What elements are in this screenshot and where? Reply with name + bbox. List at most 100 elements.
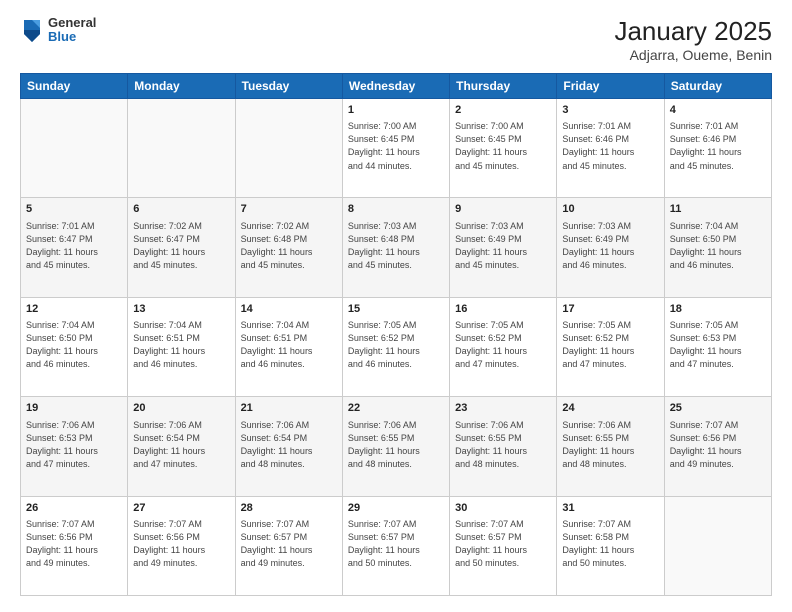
cell-info: Sunrise: 7:03 AM Sunset: 6:49 PM Dayligh…: [562, 220, 658, 272]
date-number: 23: [455, 401, 551, 416]
cell-info: Sunrise: 7:05 AM Sunset: 6:53 PM Dayligh…: [670, 319, 766, 371]
cell-2-6: 10Sunrise: 7:03 AM Sunset: 6:49 PM Dayli…: [557, 198, 664, 297]
calendar-row-3: 12Sunrise: 7:04 AM Sunset: 6:50 PM Dayli…: [21, 297, 772, 396]
cell-info: Sunrise: 7:00 AM Sunset: 6:45 PM Dayligh…: [348, 120, 444, 172]
date-number: 11: [670, 202, 766, 217]
cell-4-6: 24 Sunrise: 7:06 AM Sunset: 6:55 PM Dayli…: [557, 397, 664, 496]
cell-info: Sunrise: 7:00 AM Sunset: 6:45 PM Dayligh…: [455, 120, 551, 172]
cell-info: Sunrise: 7:03 AM Sunset: 6:48 PM Dayligh…: [348, 220, 444, 272]
cell-info: Sunrise: 7:07 AM Sunset: 6:57 PM Dayligh…: [348, 518, 444, 570]
cell-2-1: 5Sunrise: 7:01 AM Sunset: 6:47 PM Daylig…: [21, 198, 128, 297]
cell-info: Sunrise: 7:07 AM Sunset: 6:58 PM Dayligh…: [562, 518, 658, 570]
logo-icon: [20, 16, 44, 44]
calendar-row-5: 26 Sunrise: 7:07 AM Sunset: 6:56 PM Dayli…: [21, 496, 772, 595]
cell-1-6: 3 Sunrise: 7:01 AM Sunset: 6:46 PM Daylig…: [557, 99, 664, 198]
cell-info: Sunrise: 7:07 AM Sunset: 6:57 PM Dayligh…: [241, 518, 337, 570]
title-block: January 2025 Adjarra, Oueme, Benin: [614, 16, 772, 63]
cell-5-5: 30Sunrise: 7:07 AM Sunset: 6:57 PM Dayli…: [450, 496, 557, 595]
date-number: 31: [562, 501, 658, 516]
logo-blue: Blue: [48, 30, 96, 44]
date-number: 5: [26, 202, 122, 217]
cell-5-1: 26 Sunrise: 7:07 AM Sunset: 6:56 PM Dayli…: [21, 496, 128, 595]
cell-3-7: 18Sunrise: 7:05 AM Sunset: 6:53 PM Dayli…: [664, 297, 771, 396]
cell-info: Sunrise: 7:03 AM Sunset: 6:49 PM Dayligh…: [455, 220, 551, 272]
cell-5-3: 28 Sunrise: 7:07 AM Sunset: 6:57 PM Dayli…: [235, 496, 342, 595]
date-number: 8: [348, 202, 444, 217]
cell-5-6: 31 Sunrise: 7:07 AM Sunset: 6:58 PM Dayli…: [557, 496, 664, 595]
date-number: 24: [562, 401, 658, 416]
date-number: 2: [455, 103, 551, 118]
cell-4-7: 25 Sunrise: 7:07 AM Sunset: 6:56 PM Dayli…: [664, 397, 771, 496]
cell-1-1: [21, 99, 128, 198]
cell-1-3: [235, 99, 342, 198]
logo-general: General: [48, 16, 96, 30]
date-number: 16: [455, 302, 551, 317]
col-wednesday: Wednesday: [342, 74, 449, 99]
cell-5-7: [664, 496, 771, 595]
cell-info: Sunrise: 7:04 AM Sunset: 6:50 PM Dayligh…: [670, 220, 766, 272]
calendar-table: Sunday Monday Tuesday Wednesday Thursday…: [20, 73, 772, 596]
date-number: 15: [348, 302, 444, 317]
cell-5-2: 27 Sunrise: 7:07 AM Sunset: 6:56 PM Dayli…: [128, 496, 235, 595]
cell-3-1: 12Sunrise: 7:04 AM Sunset: 6:50 PM Dayli…: [21, 297, 128, 396]
cell-info: Sunrise: 7:06 AM Sunset: 6:55 PM Dayligh…: [562, 419, 658, 471]
date-number: 25: [670, 401, 766, 416]
cell-info: Sunrise: 7:07 AM Sunset: 6:56 PM Dayligh…: [133, 518, 229, 570]
date-number: 7: [241, 202, 337, 217]
cell-4-1: 19Sunrise: 7:06 AM Sunset: 6:53 PM Dayli…: [21, 397, 128, 496]
date-number: 20: [133, 401, 229, 416]
cell-3-2: 13 Sunrise: 7:04 AM Sunset: 6:51 PM Dayli…: [128, 297, 235, 396]
date-number: 13: [133, 302, 229, 317]
col-friday: Friday: [557, 74, 664, 99]
cell-3-3: 14 Sunrise: 7:04 AM Sunset: 6:51 PM Dayli…: [235, 297, 342, 396]
date-number: 12: [26, 302, 122, 317]
cell-1-7: 4 Sunrise: 7:01 AM Sunset: 6:46 PM Daylig…: [664, 99, 771, 198]
date-number: 22: [348, 401, 444, 416]
cell-info: Sunrise: 7:06 AM Sunset: 6:54 PM Dayligh…: [241, 419, 337, 471]
col-thursday: Thursday: [450, 74, 557, 99]
cell-info: Sunrise: 7:01 AM Sunset: 6:46 PM Dayligh…: [562, 120, 658, 172]
header-row: Sunday Monday Tuesday Wednesday Thursday…: [21, 74, 772, 99]
cell-1-5: 2 Sunrise: 7:00 AM Sunset: 6:45 PM Daylig…: [450, 99, 557, 198]
cell-2-5: 9Sunrise: 7:03 AM Sunset: 6:49 PM Daylig…: [450, 198, 557, 297]
col-sunday: Sunday: [21, 74, 128, 99]
cell-2-2: 6 Sunrise: 7:02 AM Sunset: 6:47 PM Daylig…: [128, 198, 235, 297]
cell-info: Sunrise: 7:01 AM Sunset: 6:46 PM Dayligh…: [670, 120, 766, 172]
cell-info: Sunrise: 7:06 AM Sunset: 6:54 PM Dayligh…: [133, 419, 229, 471]
cell-3-4: 15Sunrise: 7:05 AM Sunset: 6:52 PM Dayli…: [342, 297, 449, 396]
cell-1-4: 1 Sunrise: 7:00 AM Sunset: 6:45 PM Daylig…: [342, 99, 449, 198]
date-number: 3: [562, 103, 658, 118]
date-number: 19: [26, 401, 122, 416]
cell-4-2: 20 Sunrise: 7:06 AM Sunset: 6:54 PM Dayli…: [128, 397, 235, 496]
cell-info: Sunrise: 7:07 AM Sunset: 6:56 PM Dayligh…: [26, 518, 122, 570]
header: General Blue January 2025 Adjarra, Oueme…: [20, 16, 772, 63]
date-number: 26: [26, 501, 122, 516]
date-number: 14: [241, 302, 337, 317]
logo: General Blue: [20, 16, 96, 45]
cell-2-3: 7 Sunrise: 7:02 AM Sunset: 6:48 PM Daylig…: [235, 198, 342, 297]
date-number: 29: [348, 501, 444, 516]
cell-info: Sunrise: 7:06 AM Sunset: 6:55 PM Dayligh…: [455, 419, 551, 471]
cell-info: Sunrise: 7:04 AM Sunset: 6:51 PM Dayligh…: [241, 319, 337, 371]
col-monday: Monday: [128, 74, 235, 99]
cell-info: Sunrise: 7:07 AM Sunset: 6:56 PM Dayligh…: [670, 419, 766, 471]
calendar-title: January 2025: [614, 16, 772, 47]
calendar-row-2: 5Sunrise: 7:01 AM Sunset: 6:47 PM Daylig…: [21, 198, 772, 297]
cell-info: Sunrise: 7:02 AM Sunset: 6:47 PM Dayligh…: [133, 220, 229, 272]
date-number: 4: [670, 103, 766, 118]
cell-info: Sunrise: 7:07 AM Sunset: 6:57 PM Dayligh…: [455, 518, 551, 570]
date-number: 28: [241, 501, 337, 516]
cell-2-4: 8 Sunrise: 7:03 AM Sunset: 6:48 PM Daylig…: [342, 198, 449, 297]
cell-4-4: 22Sunrise: 7:06 AM Sunset: 6:55 PM Dayli…: [342, 397, 449, 496]
cell-1-2: [128, 99, 235, 198]
calendar-body: 1 Sunrise: 7:00 AM Sunset: 6:45 PM Daylig…: [21, 99, 772, 596]
page: General Blue January 2025 Adjarra, Oueme…: [0, 0, 792, 612]
cell-info: Sunrise: 7:02 AM Sunset: 6:48 PM Dayligh…: [241, 220, 337, 272]
date-number: 1: [348, 103, 444, 118]
cell-3-6: 17Sunrise: 7:05 AM Sunset: 6:52 PM Dayli…: [557, 297, 664, 396]
calendar-header: Sunday Monday Tuesday Wednesday Thursday…: [21, 74, 772, 99]
col-tuesday: Tuesday: [235, 74, 342, 99]
cell-info: Sunrise: 7:04 AM Sunset: 6:51 PM Dayligh…: [133, 319, 229, 371]
date-number: 6: [133, 202, 229, 217]
date-number: 27: [133, 501, 229, 516]
